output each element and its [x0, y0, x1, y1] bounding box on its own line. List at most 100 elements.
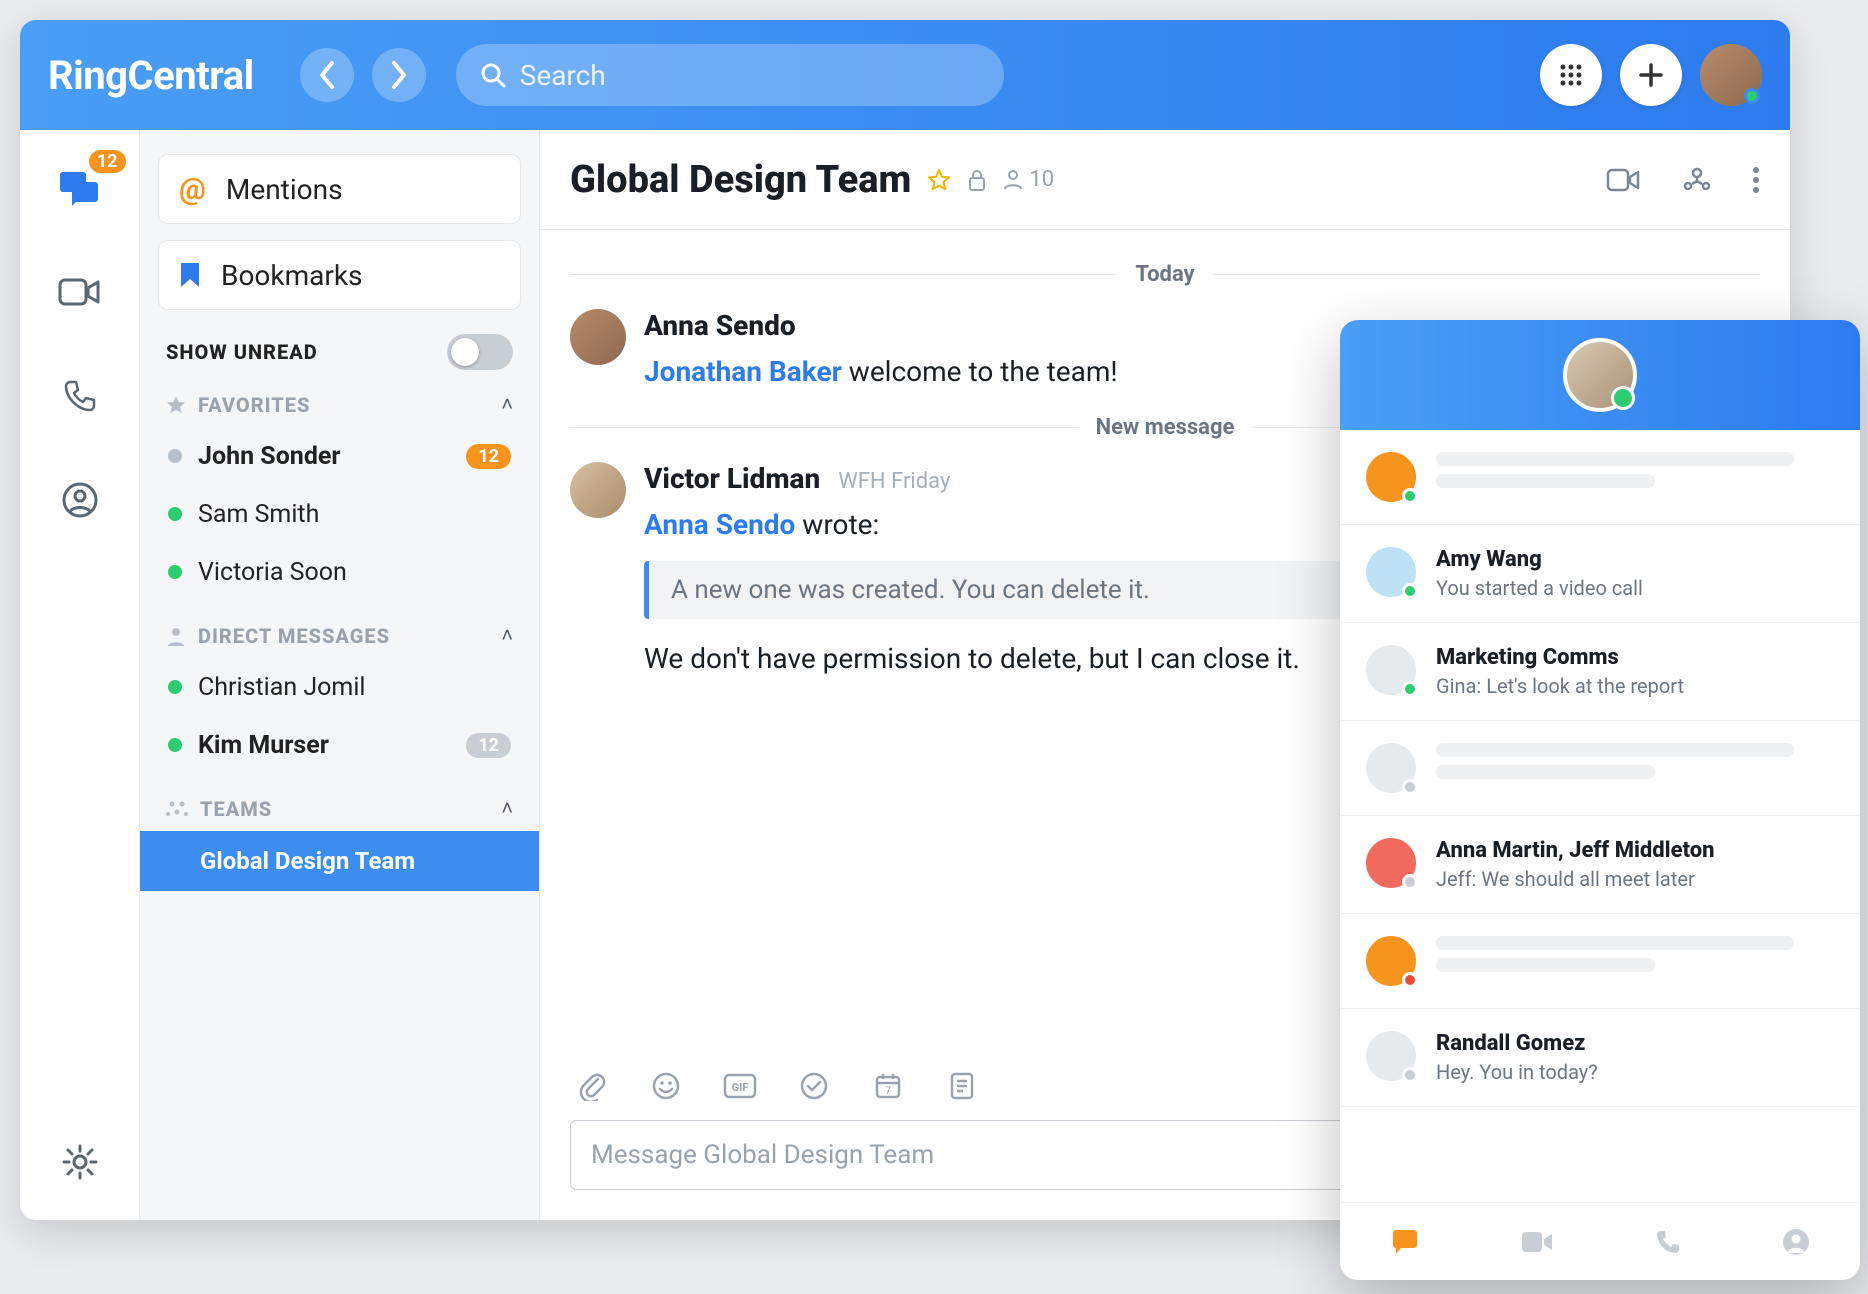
presence-dot-icon: [1402, 1067, 1418, 1083]
dialpad-button[interactable]: [1540, 44, 1602, 106]
popup-header: [1340, 320, 1860, 430]
phone-icon: [62, 378, 98, 414]
rail-video[interactable]: [52, 264, 108, 320]
popup-item-avatar: [1366, 452, 1416, 502]
popup-nav-contacts[interactable]: [1781, 1227, 1811, 1257]
plus-icon: [1638, 62, 1664, 88]
popup-nav-video[interactable]: [1520, 1229, 1556, 1255]
gif-button[interactable]: GIF: [722, 1068, 758, 1104]
messages-icon: [58, 168, 102, 208]
attach-button[interactable]: [574, 1068, 610, 1104]
section-header-dms[interactable]: DIRECT MESSAGES ˄: [166, 623, 513, 648]
popup-item-name: Randall Gomez: [1436, 1031, 1834, 1056]
new-button[interactable]: [1620, 44, 1682, 106]
popup-item[interactable]: Marketing CommsGina: Let's look at the r…: [1340, 623, 1860, 721]
chevron-up-icon: ˄: [501, 392, 513, 417]
show-unread-label: SHOW UNREAD: [166, 340, 318, 364]
members-button[interactable]: [1682, 166, 1712, 194]
video-icon: [1520, 1229, 1556, 1255]
popup-item-text: Jeff: We should all meet later: [1436, 867, 1834, 891]
star-outline-icon: [927, 168, 951, 192]
contact-item[interactable]: Christian Jomil: [158, 658, 521, 716]
sidebar-mentions[interactable]: @ Mentions: [158, 154, 521, 224]
note-icon: [948, 1071, 976, 1101]
mention[interactable]: Jonathan Baker: [644, 355, 842, 388]
popup-item[interactable]: [1340, 430, 1860, 525]
section-header-favorites[interactable]: FAVORITES ˄: [166, 392, 513, 417]
nav-back-button[interactable]: [300, 48, 354, 102]
note-button[interactable]: [944, 1068, 980, 1104]
team-item-active[interactable]: Global Design Team: [140, 831, 539, 891]
skeleton-line: [1436, 958, 1655, 972]
more-button[interactable]: [1752, 166, 1760, 194]
favorites-list: John Sonder12Sam SmithVictoria Soon: [158, 427, 521, 601]
popup-item[interactable]: [1340, 721, 1860, 816]
app-header: RingCentral: [20, 20, 1790, 130]
mention[interactable]: Anna Sendo: [644, 508, 795, 541]
section-header-teams[interactable]: TEAMS ˄: [166, 796, 513, 821]
message-avatar[interactable]: [570, 309, 626, 365]
popup-nav-phone[interactable]: [1654, 1228, 1682, 1256]
popup-item[interactable]: Amy WangYou started a video call: [1340, 525, 1860, 623]
messages-icon: [1389, 1226, 1421, 1258]
presence-dot-icon: [1402, 681, 1418, 697]
event-button[interactable]: 7: [870, 1068, 906, 1104]
contact-item[interactable]: Sam Smith: [158, 485, 521, 543]
rail-messages[interactable]: 12: [52, 160, 108, 216]
video-icon: [58, 276, 102, 308]
sidebar-mentions-label: Mentions: [226, 173, 343, 206]
contact-item[interactable]: Kim Murser12: [158, 716, 521, 774]
popup-item-avatar: [1366, 645, 1416, 695]
message-meta: WFH Friday: [838, 469, 950, 494]
message-avatar[interactable]: [570, 462, 626, 518]
task-button[interactable]: [796, 1068, 832, 1104]
bookmark-icon: [179, 261, 201, 289]
favorite-button[interactable]: [927, 168, 951, 192]
skeleton-line: [1436, 765, 1655, 779]
conversations-popup: Amy WangYou started a video callMarketin…: [1340, 320, 1860, 1280]
search-icon: [480, 62, 506, 88]
member-count[interactable]: 10: [1003, 167, 1054, 192]
popup-item[interactable]: [1340, 914, 1860, 1009]
popup-item[interactable]: Randall Gomez Hey. You in today?: [1340, 1009, 1860, 1107]
sidebar-bookmarks[interactable]: Bookmarks: [158, 240, 521, 310]
search-field[interactable]: [456, 44, 1004, 106]
new-message-label: New message: [1096, 415, 1235, 440]
rail-contacts[interactable]: [52, 472, 108, 528]
team-icon: [166, 799, 188, 819]
rail-phone[interactable]: [52, 368, 108, 424]
paperclip-icon: [578, 1071, 606, 1101]
nav-rail: 12: [20, 130, 140, 1220]
chevron-left-icon: [318, 61, 336, 89]
brand-logo: RingCentral: [48, 52, 254, 99]
popup-item-text: Gina: Let's look at the report: [1436, 674, 1834, 698]
popup-item[interactable]: Anna Martin, Jeff Middleton Jeff: We shou…: [1340, 816, 1860, 914]
dm-list: Christian JomilKim Murser12: [158, 658, 521, 774]
popup-nav-messages[interactable]: [1389, 1226, 1421, 1258]
user-avatar[interactable]: [1700, 44, 1762, 106]
show-unread-toggle[interactable]: [447, 334, 513, 370]
emoji-button[interactable]: [648, 1068, 684, 1104]
presence-dot-icon: [1744, 88, 1760, 104]
presence-dot-icon: [1402, 583, 1418, 599]
popup-item-text: Hey. You in today?: [1436, 1060, 1834, 1084]
nav-forward-button[interactable]: [372, 48, 426, 102]
calendar-icon: 7: [873, 1071, 903, 1101]
contact-item[interactable]: Victoria Soon: [158, 543, 521, 601]
rail-settings[interactable]: [52, 1134, 108, 1190]
sidebar-bookmarks-label: Bookmarks: [221, 259, 363, 292]
contact-item[interactable]: John Sonder12: [158, 427, 521, 485]
popup-item-text: You started a video call: [1436, 576, 1834, 600]
presence-dot-icon: [1402, 874, 1418, 890]
start-video-button[interactable]: [1606, 167, 1642, 193]
team-active-label: Global Design Team: [200, 847, 415, 875]
popup-item-name: Anna Martin, Jeff Middleton: [1436, 838, 1834, 863]
unread-badge: 12: [466, 444, 511, 469]
popup-list[interactable]: Amy WangYou started a video callMarketin…: [1340, 430, 1860, 1202]
phone-icon: [1654, 1228, 1682, 1256]
member-count-value: 10: [1029, 167, 1054, 192]
favorites-label: FAVORITES: [198, 393, 310, 417]
search-input[interactable]: [520, 59, 980, 92]
popup-profile-avatar[interactable]: [1563, 338, 1637, 412]
task-icon: [799, 1071, 829, 1101]
